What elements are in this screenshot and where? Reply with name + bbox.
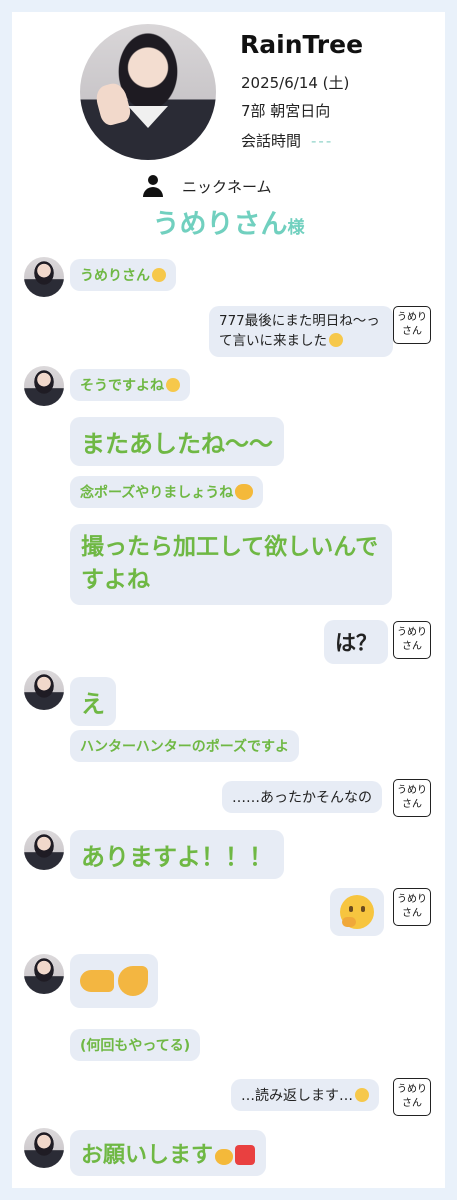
idol-avatar: [24, 830, 64, 870]
talk-time: 会話時間 ---: [241, 130, 333, 151]
smiling-face-emoji: [166, 378, 180, 392]
person-icon: [142, 174, 164, 198]
message-bubble-idol: うめりさん: [70, 259, 176, 291]
message-bubble-idol: ありますよ！！！: [70, 830, 284, 879]
fan-badge: うめりさん: [393, 779, 431, 817]
nickname-row: ニックネーム: [142, 174, 272, 198]
cat-face-emoji: [235, 484, 254, 500]
talk-time-value: ---: [311, 132, 334, 150]
page-title: RainTree: [240, 30, 364, 59]
session-part: 7部 朝宮日向: [241, 102, 331, 120]
chat-card: RainTree 2025/6/14 (土) 7部 朝宮日向 会話時間 --- ニ…: [12, 12, 445, 1188]
idol-avatar: [24, 670, 64, 710]
message-bubble-idol: ハンターハンターのポーズですよ: [70, 730, 300, 762]
nickname-label: ニックネーム: [182, 177, 272, 196]
idol-avatar: [24, 954, 64, 994]
message-bubble-fan: 777最後にまた明日ね〜って言いに来ました: [209, 306, 393, 358]
idol-avatar: [24, 366, 64, 406]
idol-profile-photo: [80, 24, 216, 160]
message-bubble-fan: …読み返します…: [231, 1079, 379, 1111]
nickname-value: うめりさん: [152, 209, 288, 240]
message-bubble-idol: え: [70, 677, 116, 726]
smiling-face-emoji: [152, 268, 166, 282]
event-date: 2025/6/14 (土): [241, 74, 350, 92]
nickname-honorific: 様: [287, 218, 305, 238]
hand-emoji: [118, 966, 148, 996]
message-bubble-fan: [330, 888, 384, 936]
fan-badge: うめりさん: [393, 888, 431, 926]
message-bubble-fan: は？: [324, 620, 388, 664]
angry-cat-emoji: [215, 1149, 234, 1165]
pleading-face-emoji: [329, 332, 343, 347]
message-bubble-idol: またあしたね〜〜: [70, 417, 284, 466]
message-bubble-idol: (何回もやってる): [70, 1029, 201, 1061]
thinking-face-emoji: [340, 895, 374, 929]
message-bubble-idol: [70, 954, 158, 1008]
idol-avatar: [24, 1128, 64, 1168]
pointing-hand-emoji: [80, 970, 114, 992]
message-bubble-idol: そうですよね: [70, 369, 190, 401]
message-bubble-fan: ……あったかそんなの: [222, 781, 382, 813]
fan-badge: うめりさん: [393, 306, 431, 344]
message-bubble-idol: お願いします: [70, 1130, 267, 1176]
nickname-display: うめりさん様: [12, 202, 445, 241]
anger-symbol-emoji: [235, 1145, 256, 1165]
thinking-face-emoji: [355, 1088, 369, 1102]
message-bubble-idol: 念ポーズやりましょうね: [70, 476, 264, 508]
fan-badge: うめりさん: [393, 621, 431, 659]
idol-avatar: [24, 257, 64, 297]
talk-time-label: 会話時間: [241, 132, 302, 150]
fan-badge: うめりさん: [393, 1078, 431, 1116]
message-bubble-idol: 撮ったら加工して欲しいんですよね: [70, 524, 392, 605]
